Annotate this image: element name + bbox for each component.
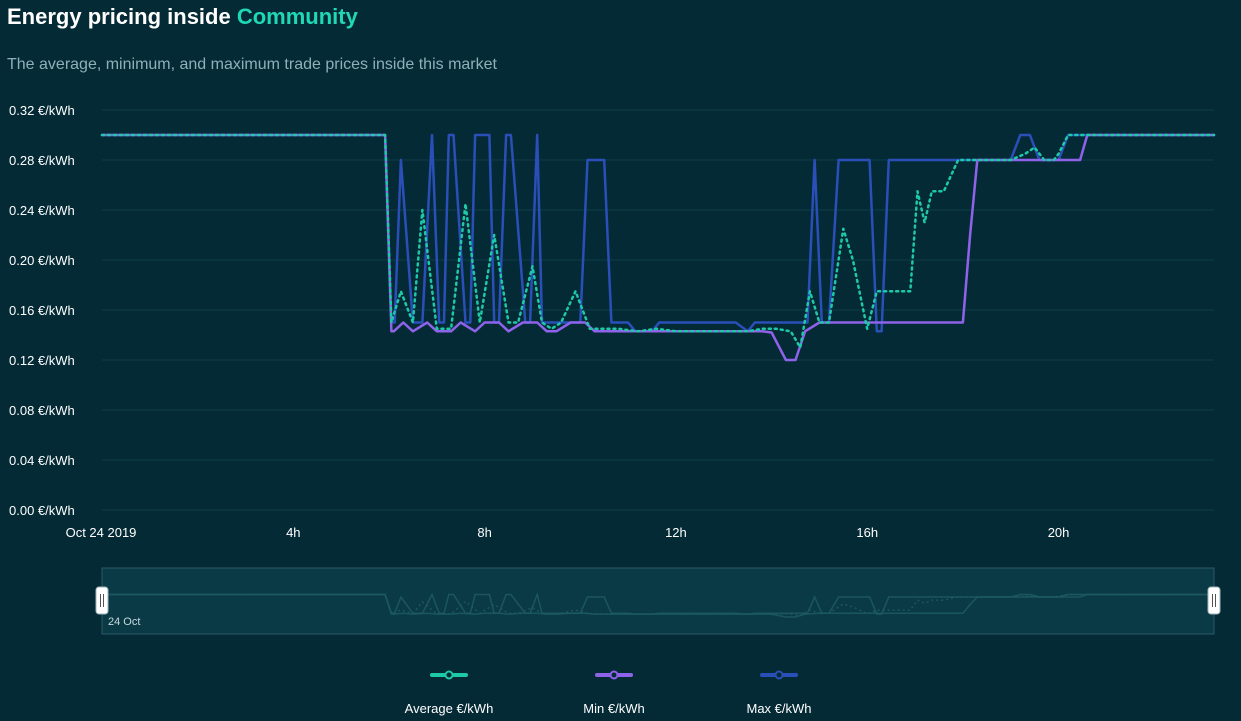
handle-grip[interactable] (1207, 586, 1221, 615)
handle-grip[interactable] (95, 586, 109, 615)
legend-label: Average €/kWh (405, 701, 494, 716)
x-tick-label: 16h (856, 525, 878, 540)
legend-swatch-marker (444, 670, 454, 680)
price-chart: 0.32 €/kWh 0.28 €/kWh 0.24 €/kWh 0.20 €/kWh… (9, 103, 1221, 717)
legend-item-min[interactable]: Min €/kWh (583, 670, 645, 717)
legend-item-max[interactable]: Max €/kWh (746, 670, 812, 717)
legend-swatch-marker (609, 670, 619, 680)
navigator-handle-right[interactable] (1207, 586, 1221, 615)
y-tick-label: 0.28 €/kWh (9, 153, 75, 168)
y-tick-label: 0.00 €/kWh (9, 503, 75, 518)
y-tick-label: 0.04 €/kWh (9, 453, 75, 468)
y-tick-label: 0.20 €/kWh (9, 253, 75, 268)
y-tick-label: 0.08 €/kWh (9, 403, 75, 418)
series-line-max (100, 133, 1216, 333)
x-tick-label: 4h (286, 525, 300, 540)
navigator-date-label: 24 Oct (108, 616, 140, 628)
y-tick-label: 0.32 €/kWh (9, 103, 75, 118)
x-tick-label: 12h (665, 525, 687, 540)
x-tick-label: 20h (1048, 525, 1070, 540)
navigator-window[interactable] (101, 567, 1215, 635)
x-tick-label: 8h (477, 525, 491, 540)
legend-item-average[interactable]: Average €/kWh (405, 670, 494, 717)
y-tick-label: 0.24 €/kWh (9, 203, 75, 218)
y-gridlines (102, 109, 1214, 511)
y-tick-label: 0.16 €/kWh (9, 303, 75, 318)
x-tick-label: Oct 24 2019 (66, 525, 137, 540)
series-line-average (100, 133, 1216, 349)
series-line-min (100, 133, 1216, 362)
y-tick-label: 0.12 €/kWh (9, 353, 75, 368)
legend-label: Max €/kWh (746, 701, 811, 716)
navigator-handle-left[interactable] (95, 586, 109, 615)
legend-label: Min €/kWh (583, 701, 644, 716)
legend-swatch-marker (774, 670, 784, 680)
range-navigator[interactable]: 24 Oct (101, 567, 1215, 635)
